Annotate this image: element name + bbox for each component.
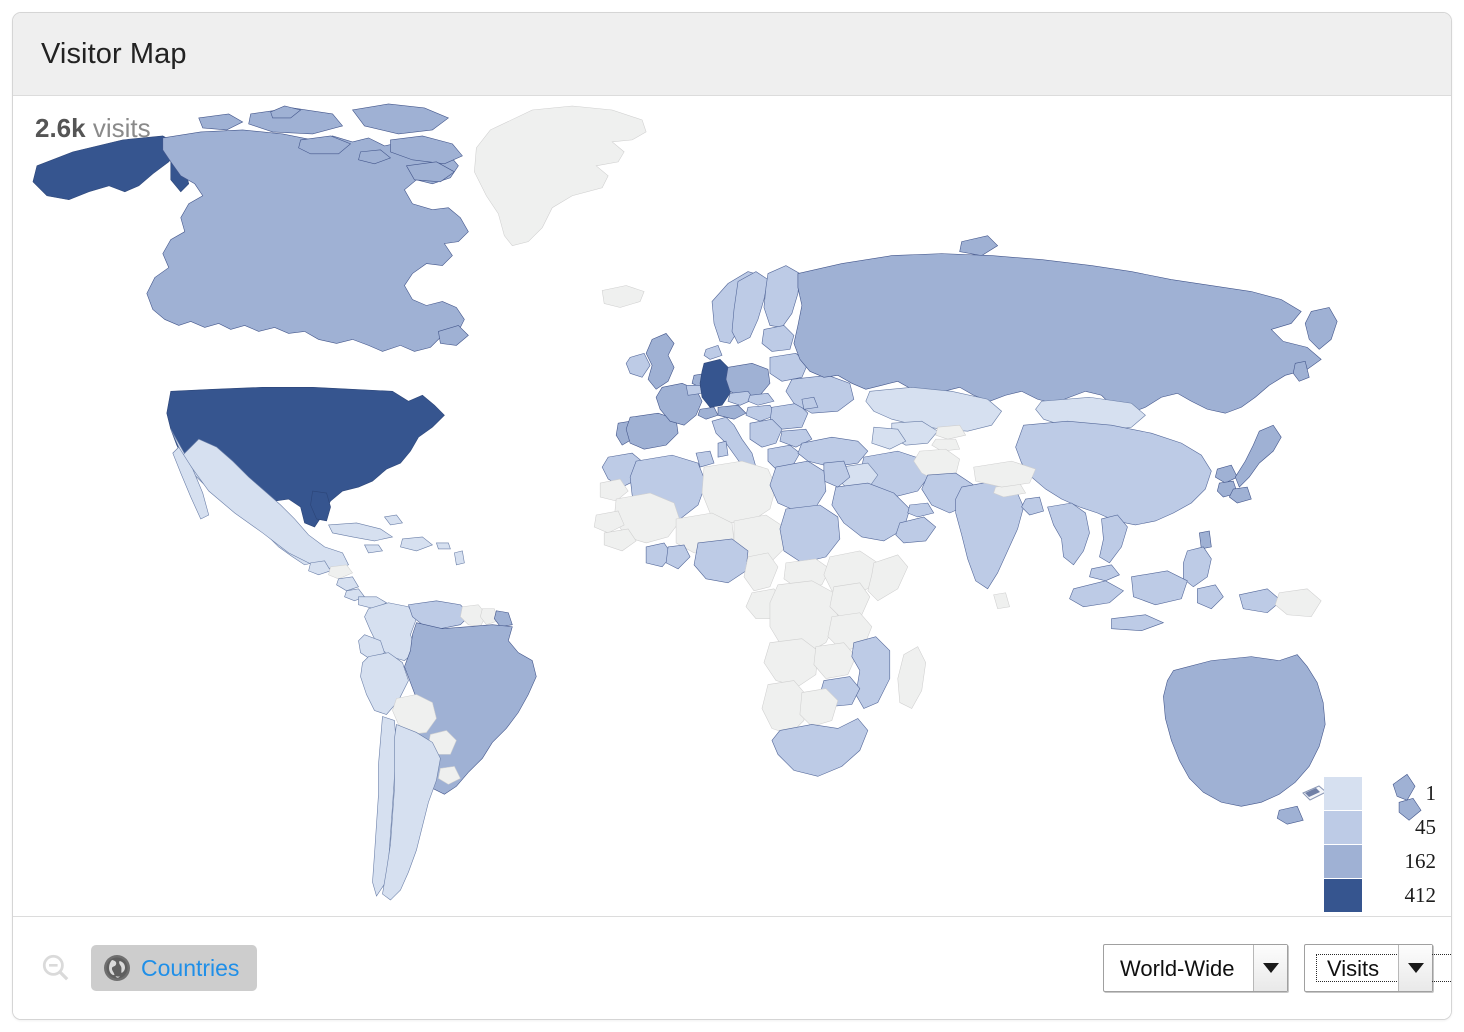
legend-swatch xyxy=(1324,878,1362,912)
country-sardinia[interactable] xyxy=(717,440,729,458)
country-nicaragua[interactable] xyxy=(336,576,359,592)
country-kyrgyzstan[interactable] xyxy=(935,424,967,440)
legend-swatch xyxy=(1324,810,1362,844)
country-uae[interactable] xyxy=(907,502,935,518)
countries-button-label: Countries xyxy=(141,954,240,981)
country-namibia[interactable] xyxy=(761,680,807,735)
country-indonesia-papua[interactable] xyxy=(1238,588,1282,614)
country-austria[interactable] xyxy=(717,404,747,420)
legend-label: 1 xyxy=(1425,780,1437,805)
map-legend: 1 45 162 412 xyxy=(1302,776,1442,912)
map-countries xyxy=(32,103,1422,901)
country-canada[interactable] xyxy=(146,129,469,352)
country-cuba[interactable] xyxy=(328,522,394,542)
page-title: Visitor Map xyxy=(41,37,187,70)
country-ireland[interactable] xyxy=(625,353,651,378)
magnifier-minus-icon xyxy=(42,954,69,981)
country-madagascar[interactable] xyxy=(897,646,927,709)
country-russia[interactable] xyxy=(793,253,1322,414)
country-jamaica[interactable] xyxy=(364,544,383,554)
country-lesser-antilles[interactable] xyxy=(454,550,465,566)
country-novaya-zemlya[interactable] xyxy=(959,235,999,256)
metric-select[interactable]: Visits xyxy=(1304,944,1433,992)
legend-label: 45 xyxy=(1415,814,1436,839)
country-taiwan[interactable] xyxy=(1199,530,1212,550)
country-switzerland[interactable] xyxy=(697,406,719,420)
country-mozambique[interactable] xyxy=(851,636,891,709)
visits-count: 2.6k xyxy=(35,113,86,143)
country-indonesia-borneo[interactable] xyxy=(1131,570,1188,606)
country-honduras[interactable] xyxy=(328,564,353,580)
map-svg xyxy=(32,103,1422,901)
region-select-wrapper: World-Wide xyxy=(1103,944,1288,992)
country-baltic-states[interactable] xyxy=(761,325,795,352)
country-tasmania[interactable] xyxy=(1276,805,1304,825)
legend-row[interactable]: 412 xyxy=(1324,878,1442,912)
country-french-guiana[interactable] xyxy=(494,610,513,628)
country-canada-island-5[interactable] xyxy=(198,113,244,131)
country-japan[interactable] xyxy=(1234,424,1282,488)
map-body: 2.6k visits 1 45 162 412 xyxy=(13,96,1451,916)
country-nigeria[interactable] xyxy=(693,538,749,584)
legend-swatch xyxy=(1324,776,1362,810)
country-indonesia-java[interactable] xyxy=(1111,614,1165,631)
globe-icon xyxy=(104,955,130,981)
legend-row[interactable]: 1 xyxy=(1324,776,1442,810)
country-sudan[interactable] xyxy=(779,504,841,564)
country-indonesia-sumatra[interactable] xyxy=(1069,580,1124,608)
visits-unit: visits xyxy=(92,113,151,143)
legend-label: 412 xyxy=(1404,882,1437,907)
metric-select-wrapper: Visits xyxy=(1304,944,1451,992)
country-malaysia[interactable] xyxy=(1089,564,1120,582)
visits-summary: 2.6k visits xyxy=(35,113,151,144)
country-indonesia-sulawesi[interactable] xyxy=(1197,584,1224,610)
countries-button[interactable]: Countries xyxy=(91,945,258,991)
country-greenland[interactable] xyxy=(474,105,647,246)
country-myanmar-thailand[interactable] xyxy=(1047,502,1090,566)
country-india[interactable] xyxy=(955,480,1024,590)
country-hispaniola[interactable] xyxy=(400,536,434,552)
legend-row[interactable]: 45 xyxy=(1324,810,1442,844)
country-puerto-rico[interactable] xyxy=(435,542,451,550)
country-canada-island-2[interactable] xyxy=(351,103,449,135)
country-north-korea[interactable] xyxy=(1214,464,1238,484)
country-angola[interactable] xyxy=(763,638,819,687)
legend-label: 162 xyxy=(1404,848,1437,873)
country-alaska[interactable] xyxy=(32,135,182,201)
widget-footer: Countries World-Wide Visits xyxy=(13,916,1451,1019)
country-bangladesh[interactable] xyxy=(1021,496,1044,516)
country-sri-lanka[interactable] xyxy=(993,592,1010,610)
country-papua-new-guinea[interactable] xyxy=(1274,588,1322,618)
country-australia[interactable] xyxy=(1163,654,1326,807)
country-bahamas[interactable] xyxy=(383,514,403,526)
country-kamchatka[interactable] xyxy=(1304,307,1338,350)
region-select[interactable]: World-Wide xyxy=(1103,944,1288,992)
world-choropleth-map[interactable] xyxy=(13,96,1451,916)
zoom-out-button[interactable] xyxy=(35,947,77,989)
legend-swatch xyxy=(1324,844,1362,878)
visitor-map-widget: Visitor Map 2.6k visits 1 45 162 412 Cou… xyxy=(12,12,1452,1020)
country-china[interactable] xyxy=(1015,420,1212,526)
country-vietnam[interactable] xyxy=(1099,514,1128,564)
widget-header: Visitor Map xyxy=(13,13,1451,96)
country-united-kingdom[interactable] xyxy=(645,333,675,390)
legend-row[interactable]: 162 xyxy=(1324,844,1442,878)
country-egypt[interactable] xyxy=(769,460,827,512)
country-iceland[interactable] xyxy=(601,285,645,308)
country-slovakia[interactable] xyxy=(747,392,775,406)
country-finland[interactable] xyxy=(763,265,801,328)
country-senegal-gambia[interactable] xyxy=(593,510,625,534)
country-denmark[interactable] xyxy=(703,345,723,360)
country-belgium[interactable] xyxy=(685,384,703,396)
